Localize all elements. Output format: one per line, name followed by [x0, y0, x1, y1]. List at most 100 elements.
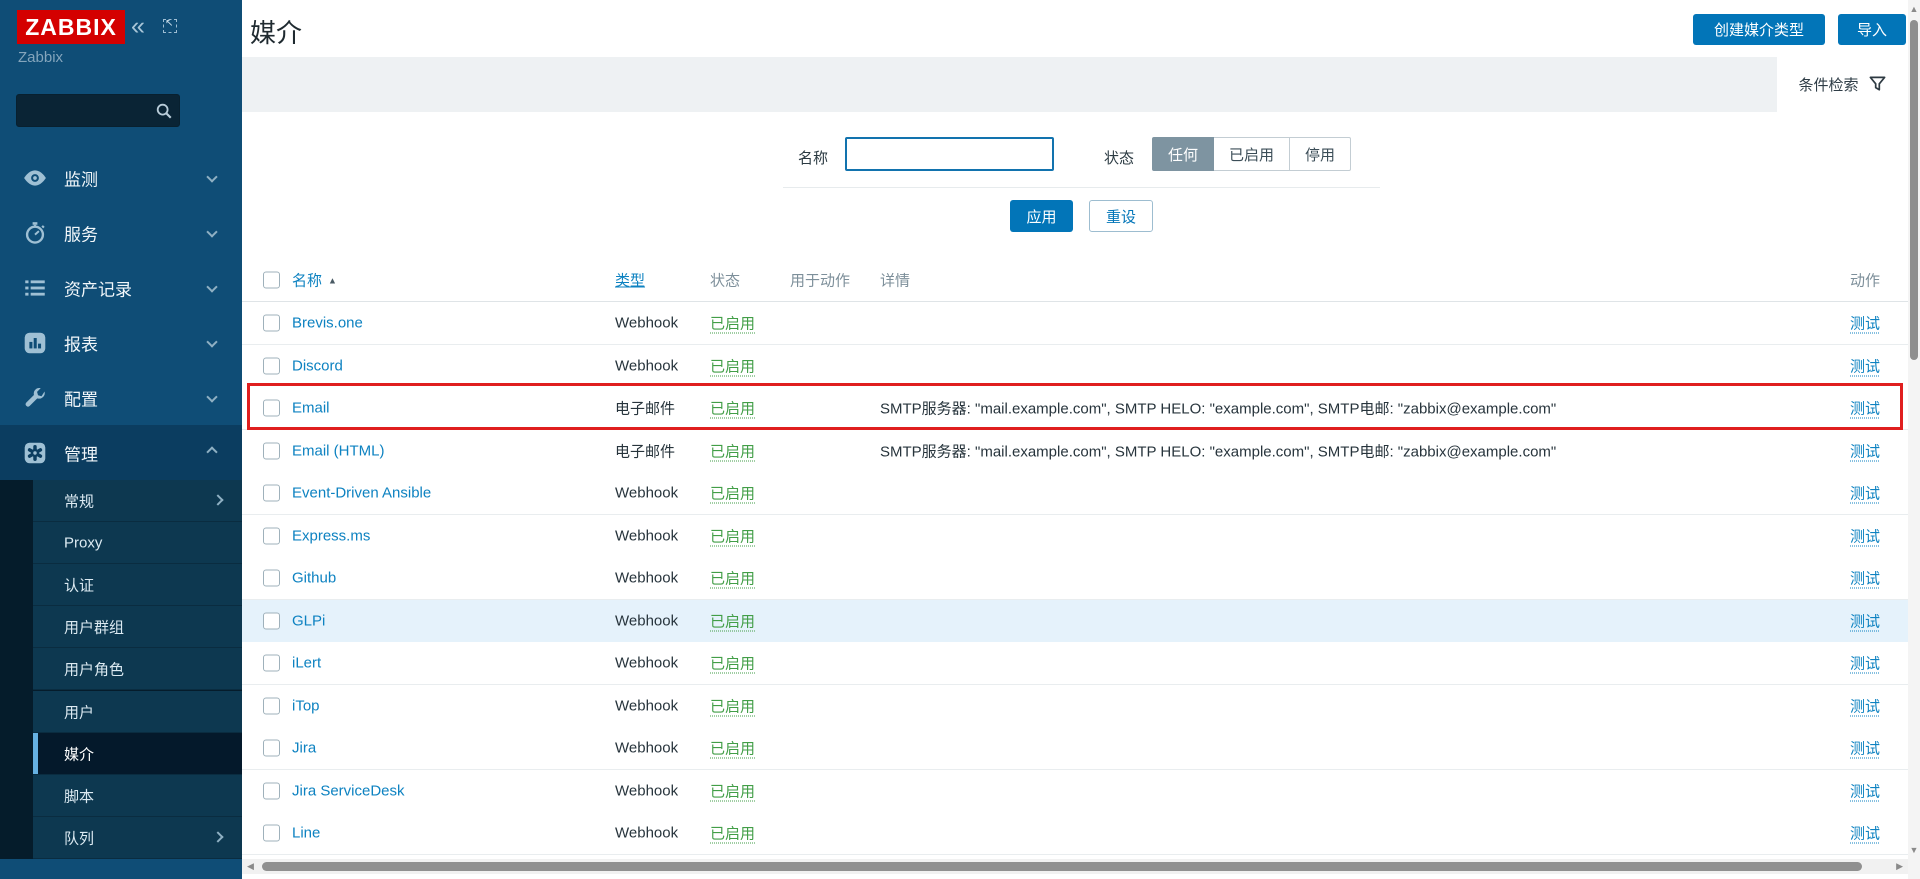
test-link[interactable]: 测试 — [1850, 441, 1880, 462]
sidebar-subitem-queue[interactable]: 队列 — [33, 817, 242, 859]
sidebar-subitem-proxy[interactable]: Proxy — [33, 522, 242, 564]
sidebar-item-inventory[interactable]: 资产记录 — [0, 260, 242, 315]
media-type-link[interactable]: Brevis.one — [292, 315, 363, 332]
filter-name-input[interactable] — [845, 137, 1054, 171]
table-row: GLPiWebhook已启用测试 — [242, 600, 1908, 643]
row-checkbox[interactable] — [263, 783, 280, 800]
row-checkbox[interactable] — [263, 613, 280, 630]
status-toggle-link[interactable]: 已启用 — [710, 568, 755, 589]
media-type-link[interactable]: Email — [292, 400, 330, 417]
media-type-link[interactable]: iLert — [292, 655, 321, 672]
row-checkbox[interactable] — [263, 443, 280, 460]
status-option-any[interactable]: 任何 — [1152, 137, 1214, 171]
row-checkbox[interactable] — [263, 698, 280, 715]
import-button[interactable]: 导入 — [1838, 14, 1906, 45]
status-toggle-link[interactable]: 已启用 — [710, 441, 755, 462]
vertical-scrollbar[interactable]: ▲ ▼ — [1908, 0, 1920, 879]
sidebar-subitem-users[interactable]: 用户 — [33, 691, 242, 733]
sidebar-search — [16, 94, 180, 127]
media-type-link[interactable]: Github — [292, 570, 336, 587]
media-type-link[interactable]: iTop — [292, 698, 320, 715]
scroll-left-arrow-icon[interactable]: ◀ — [247, 861, 254, 872]
sidebar-item-services[interactable]: 服务 — [0, 205, 242, 260]
status-toggle-link[interactable]: 已启用 — [710, 356, 755, 377]
test-link[interactable]: 测试 — [1850, 696, 1880, 717]
test-link[interactable]: 测试 — [1850, 398, 1880, 419]
scroll-right-arrow-icon[interactable]: ▶ — [1896, 861, 1903, 872]
sidebar-subitem-user-groups[interactable]: 用户群组 — [33, 606, 242, 648]
filter-status-label: 状态 — [1072, 147, 1134, 168]
sidebar-item-administration[interactable]: 管理 — [0, 425, 242, 480]
sidebar-subitem-scripts[interactable]: 脚本 — [33, 775, 242, 817]
status-toggle-link[interactable]: 已启用 — [710, 526, 755, 547]
test-link[interactable]: 测试 — [1850, 781, 1880, 802]
sidebar-item-monitoring[interactable]: 监测 — [0, 150, 242, 205]
zabbix-logo[interactable]: ZABBIX — [17, 10, 125, 44]
column-header-type[interactable]: 类型 — [615, 269, 645, 290]
row-checkbox[interactable] — [263, 400, 280, 417]
sidebar-item-configuration[interactable]: 配置 — [0, 370, 242, 425]
row-checkbox[interactable] — [263, 740, 280, 757]
sidebar-search-input[interactable] — [23, 97, 148, 124]
reset-button[interactable]: 重设 — [1089, 200, 1153, 232]
apply-button[interactable]: 应用 — [1010, 200, 1073, 232]
sidebar-item-label: 管理 — [64, 440, 98, 465]
status-toggle-link[interactable]: 已启用 — [710, 611, 755, 632]
media-type-link[interactable]: Email (HTML) — [292, 443, 385, 460]
zabbix-media-types-page: ZABBIX « ↖ Zabbix 监测服务资产记录报表配置管理 常规Proxy… — [0, 0, 1920, 879]
horizontal-scrollbar[interactable]: ◀ ▶ — [242, 859, 1908, 874]
test-link[interactable]: 测试 — [1850, 356, 1880, 377]
row-checkbox[interactable] — [263, 825, 280, 842]
media-type-link[interactable]: Jira ServiceDesk — [292, 783, 405, 800]
scroll-down-arrow-icon[interactable]: ▼ — [1908, 845, 1920, 855]
media-type-link[interactable]: Express.ms — [292, 528, 370, 545]
status-toggle-link[interactable]: 已启用 — [710, 313, 755, 334]
row-checkbox[interactable] — [263, 358, 280, 375]
sidebar-subitem-authentication[interactable]: 认证 — [33, 564, 242, 606]
status-option-disabled[interactable]: 停用 — [1290, 137, 1351, 171]
filter-tab[interactable]: 条件检索 — [1777, 57, 1908, 112]
row-checkbox[interactable] — [263, 528, 280, 545]
test-link[interactable]: 测试 — [1850, 483, 1880, 504]
details-cell: SMTP服务器: "mail.example.com", SMTP HELO: … — [880, 398, 1556, 419]
media-type-link[interactable]: GLPi — [292, 613, 325, 630]
status-toggle-link[interactable]: 已启用 — [710, 483, 755, 504]
test-link[interactable]: 测试 — [1850, 611, 1880, 632]
horizontal-scrollbar-thumb[interactable] — [262, 862, 1862, 871]
row-checkbox[interactable] — [263, 485, 280, 502]
test-link[interactable]: 测试 — [1850, 568, 1880, 589]
column-header-name[interactable]: 名称▲ — [292, 269, 337, 290]
media-type-link[interactable]: Jira — [292, 740, 316, 757]
status-toggle-link[interactable]: 已启用 — [710, 653, 755, 674]
status-toggle-link[interactable]: 已启用 — [710, 696, 755, 717]
test-link[interactable]: 测试 — [1850, 653, 1880, 674]
test-link[interactable]: 测试 — [1850, 313, 1880, 334]
sidebar-item-reports[interactable]: 报表 — [0, 315, 242, 370]
test-link[interactable]: 测试 — [1850, 823, 1880, 844]
status-option-enabled[interactable]: 已启用 — [1214, 137, 1290, 171]
status-toggle-link[interactable]: 已启用 — [710, 398, 755, 419]
status-toggle-link[interactable]: 已启用 — [710, 823, 755, 844]
row-checkbox[interactable] — [263, 655, 280, 672]
status-toggle-link[interactable]: 已启用 — [710, 781, 755, 802]
create-media-type-button[interactable]: 创建媒介类型 — [1693, 14, 1825, 45]
sidebar-subitem-general[interactable]: 常规 — [33, 480, 242, 522]
scroll-up-arrow-icon[interactable]: ▲ — [1908, 4, 1920, 14]
sidebar-popout-icon[interactable]: ↖ — [163, 19, 177, 33]
table-row: DiscordWebhook已启用测试 — [242, 345, 1908, 388]
status-toggle-link[interactable]: 已启用 — [710, 738, 755, 759]
select-all-checkbox[interactable] — [263, 271, 280, 288]
chevron-up-icon — [206, 446, 217, 457]
sidebar-subitem-media[interactable]: 媒介 — [33, 733, 242, 775]
row-checkbox[interactable] — [263, 570, 280, 587]
test-link[interactable]: 测试 — [1850, 738, 1880, 759]
media-type-link[interactable]: Line — [292, 825, 320, 842]
vertical-scrollbar-thumb[interactable] — [1910, 20, 1918, 360]
media-type-link[interactable]: Event-Driven Ansible — [292, 485, 431, 502]
test-link[interactable]: 测试 — [1850, 526, 1880, 547]
table-row: Event-Driven AnsibleWebhook已启用测试 — [242, 472, 1908, 515]
row-checkbox[interactable] — [263, 315, 280, 332]
media-type-link[interactable]: Discord — [292, 358, 343, 375]
sidebar-subitem-user-roles[interactable]: 用户角色 — [33, 648, 242, 690]
sidebar-collapse-icon[interactable]: « — [131, 11, 145, 41]
